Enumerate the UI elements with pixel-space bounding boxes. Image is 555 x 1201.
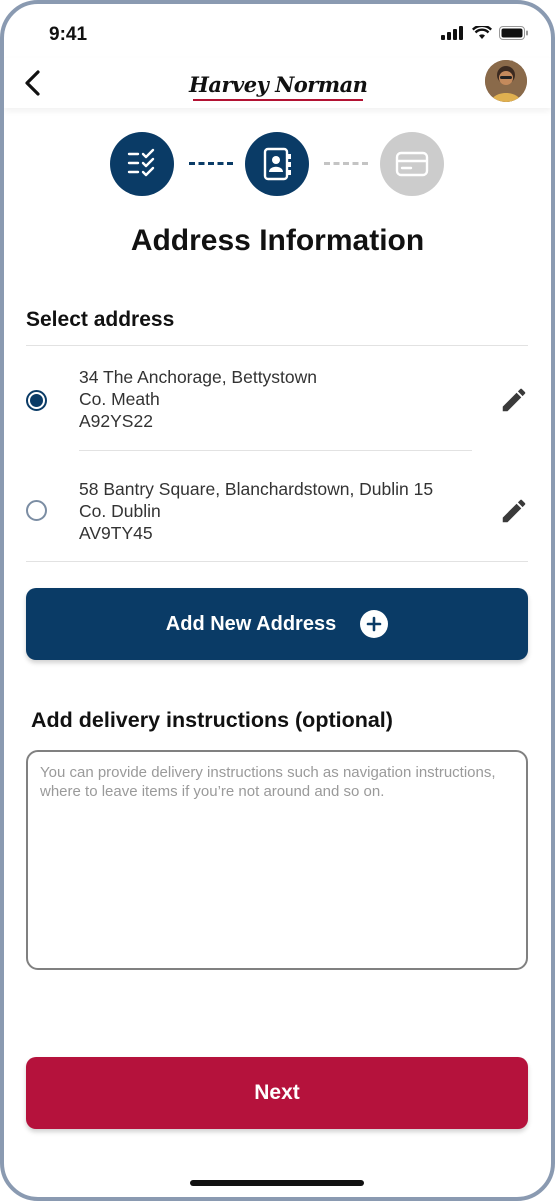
page-title: Address Information: [130, 224, 425, 257]
step-connector-done: [189, 162, 233, 165]
next-button[interactable]: Next: [26, 1057, 528, 1129]
step-payment: [380, 132, 444, 196]
address-divider: [79, 450, 472, 451]
pencil-icon: [502, 499, 526, 523]
phone-frame: 9:41 Harvey Norman Address Information S…: [0, 0, 555, 1201]
select-address-label: Select address: [26, 308, 175, 331]
cellular-signal-icon: [441, 26, 463, 40]
address-item-1[interactable]: 34 The Anchorage, Bettystown Co. Meath A…: [79, 366, 317, 432]
address-radio-2[interactable]: [26, 500, 47, 521]
plus-circle-icon: [360, 610, 389, 638]
brand-logo: Harvey Norman: [189, 72, 368, 97]
step-address: [245, 132, 309, 196]
delivery-instructions-label: Add delivery instructions (optional): [31, 708, 393, 732]
brand-logo-underline: [193, 99, 363, 101]
address-line1: 58 Bantry Square, Blanchardstown, Dublin…: [79, 479, 434, 499]
address-line3: AV9TY45: [79, 523, 153, 543]
add-new-address-label: Add New Address: [165, 612, 337, 635]
address-book-icon: [263, 147, 291, 181]
radio-unselected[interactable]: [26, 500, 47, 521]
checklist-icon: [127, 148, 155, 177]
address-line2: Co. Dublin: [79, 501, 161, 521]
address-radio-1[interactable]: [26, 390, 47, 411]
address-item-2[interactable]: 58 Bantry Square, Blanchardstown, Dublin…: [79, 478, 433, 544]
avatar[interactable]: [485, 60, 527, 102]
delivery-instructions-placeholder: You can provide delivery instructions su…: [40, 764, 496, 800]
user-photo-icon: [485, 60, 527, 102]
back-button[interactable]: [22, 70, 44, 101]
home-indicator: [190, 1180, 364, 1186]
wifi-icon: [472, 26, 492, 39]
section-divider-bottom: [26, 561, 528, 562]
edit-address-button-1[interactable]: [499, 385, 529, 415]
chevron-left-icon: [25, 70, 40, 96]
next-button-label: Next: [254, 1081, 300, 1104]
status-icons: [441, 26, 529, 40]
address-line1: 34 The Anchorage, Bettystown: [79, 367, 318, 387]
battery-icon: [499, 26, 528, 40]
credit-card-icon: [395, 151, 429, 177]
address-line2: Co. Meath: [79, 389, 160, 409]
step-review: [110, 132, 174, 196]
radio-selected[interactable]: [26, 390, 47, 411]
pencil-icon: [502, 388, 526, 412]
address-line3: A92YS22: [79, 411, 153, 431]
section-divider: [26, 345, 528, 346]
add-new-address-button[interactable]: Add New Address: [26, 588, 528, 660]
edit-address-button-2[interactable]: [499, 496, 529, 526]
status-time: 9:41: [49, 24, 88, 45]
step-connector-pending: [324, 162, 368, 165]
app-header: Harvey Norman: [4, 58, 551, 108]
